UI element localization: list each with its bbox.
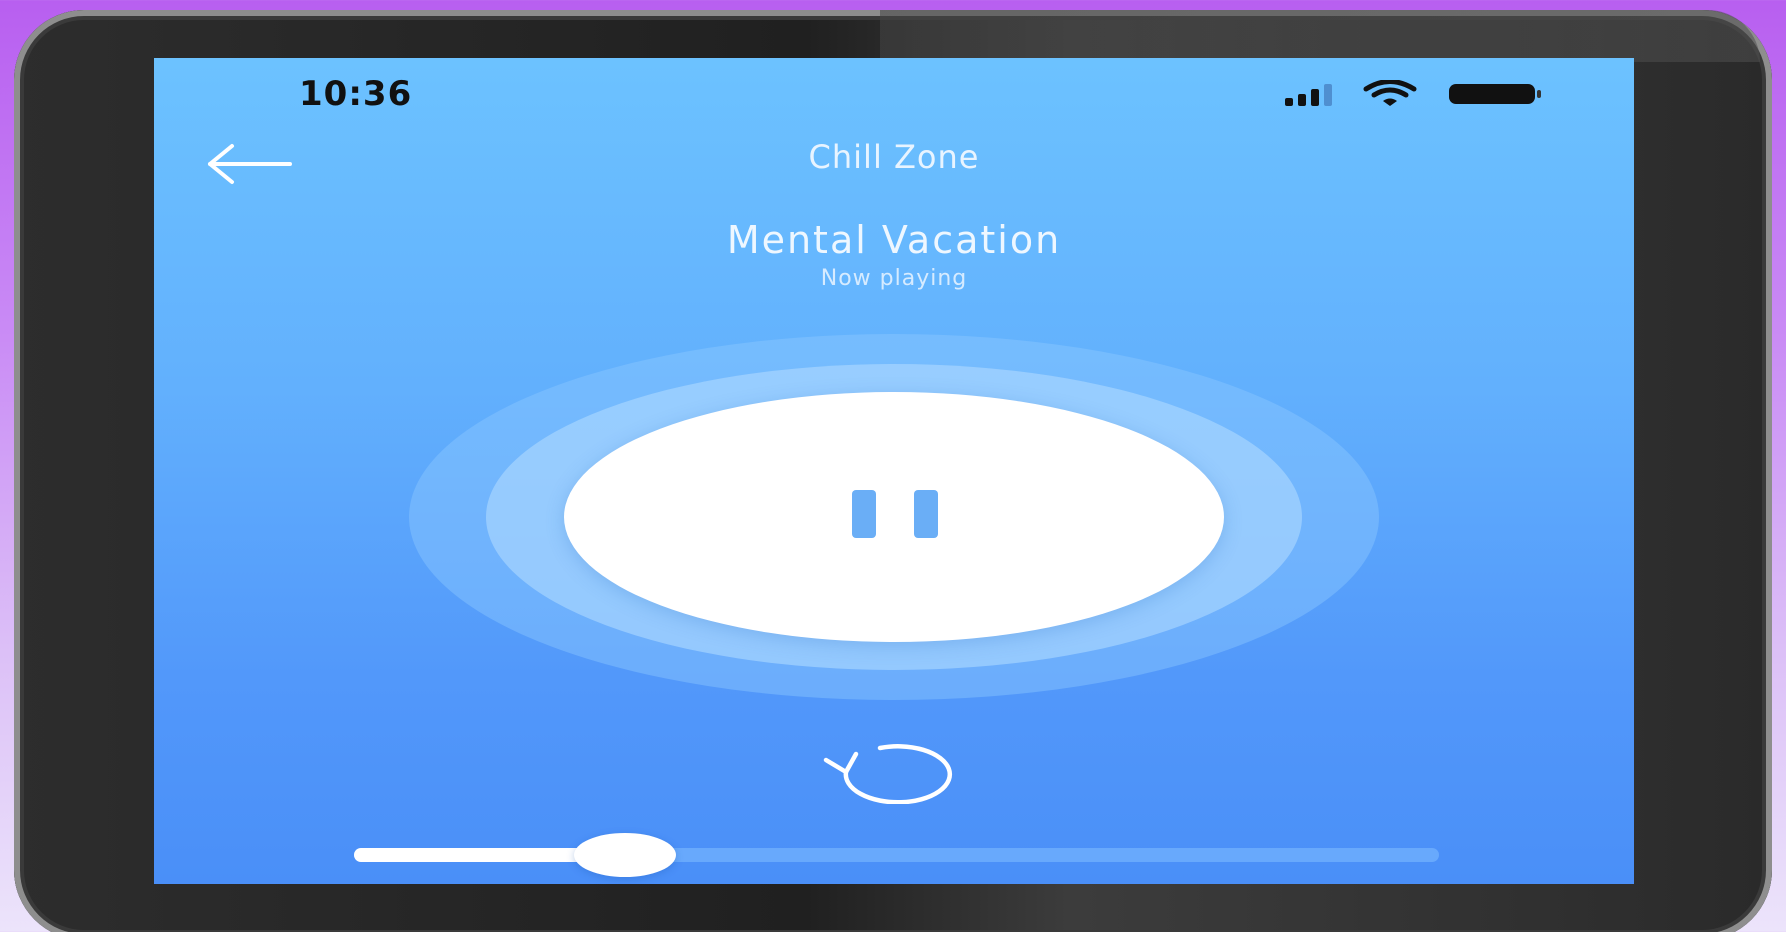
replay-button[interactable] <box>812 738 972 805</box>
app-screen: 10:36 Chill Zone Mental Vacation Now pla… <box>154 58 1634 884</box>
page-title: Chill Zone <box>808 138 980 176</box>
cellular-signal-icon <box>1285 84 1332 106</box>
seek-slider-thumb[interactable] <box>574 833 677 877</box>
status-time: 10:36 <box>299 74 413 114</box>
battery-icon <box>1448 82 1544 106</box>
seek-slider[interactable] <box>354 833 1439 877</box>
status-icons <box>1285 80 1544 106</box>
wifi-icon <box>1362 80 1418 106</box>
phone-frame-highlight <box>880 10 1760 62</box>
replay-icon <box>823 744 953 805</box>
playback-status: Now playing <box>820 266 968 291</box>
track-title: Mental Vacation <box>726 218 1062 262</box>
pause-button[interactable] <box>564 392 1224 642</box>
pause-icon <box>852 490 938 538</box>
